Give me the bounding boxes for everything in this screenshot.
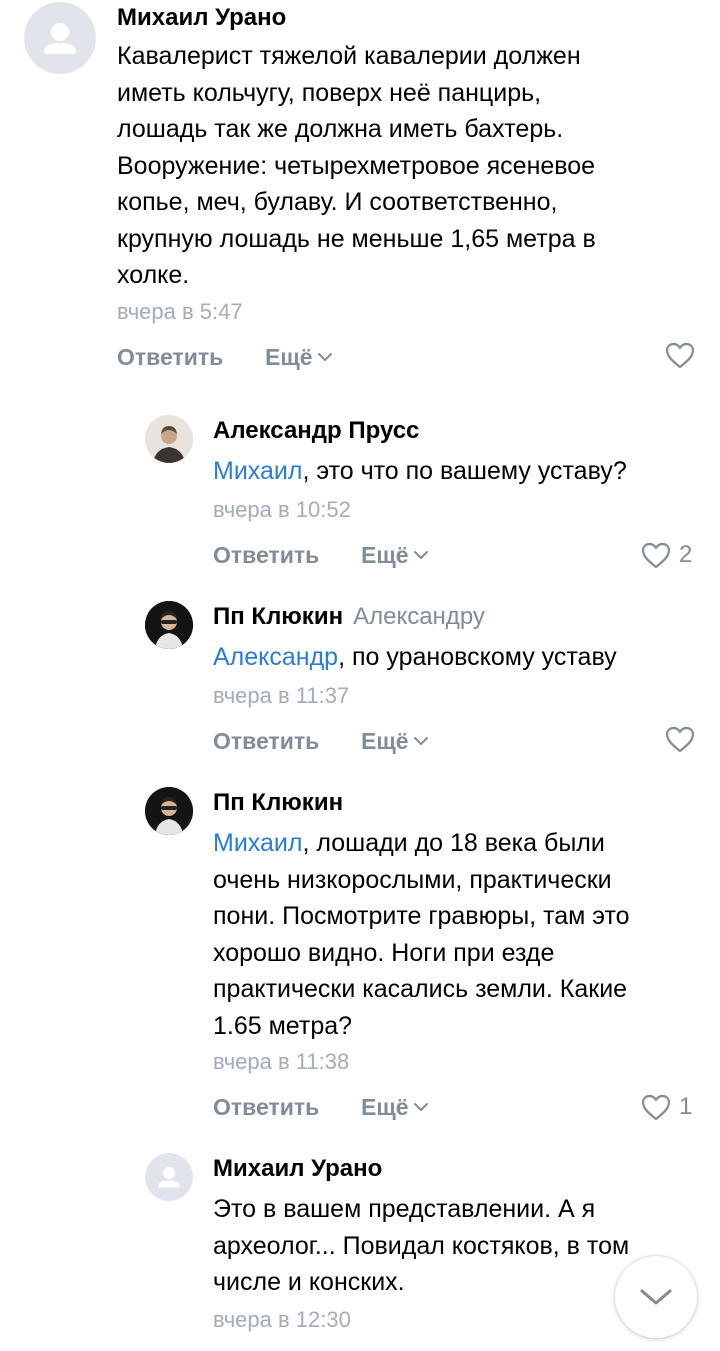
comment-timestamp: вчера в 11:38 xyxy=(213,1049,350,1074)
more-button[interactable]: Ещё xyxy=(361,726,429,756)
comment-author[interactable]: Пп Клюкин Александру xyxy=(213,602,485,632)
more-button[interactable]: Ещё xyxy=(265,342,333,372)
heart-outline-icon xyxy=(641,542,671,568)
mention-link[interactable]: Михаил xyxy=(213,457,302,485)
comment-author[interactable]: Александр Прусс xyxy=(213,416,419,446)
chevron-down-icon xyxy=(413,737,428,745)
avatar-photo xyxy=(145,601,193,649)
comment-2: Александр Прусс Михаил, это что по вашем… xyxy=(0,395,720,585)
comment-text-line: копье, меч, булаву. И соответственно, xyxy=(117,188,558,216)
comment-author-name[interactable]: Пп Клюкин xyxy=(213,603,343,630)
comment-text-line: Михаил, лошади до 18 века были xyxy=(213,825,630,862)
comment-3: Пп Клюкин Александру Александр, по уранов… xyxy=(0,585,720,775)
avatar[interactable] xyxy=(145,415,193,463)
comment-timestamp: вчера в 11:37 xyxy=(213,683,350,708)
more-label: Ещё xyxy=(265,344,313,370)
comment-text-line: , это что по вашему уставу? xyxy=(302,457,627,485)
comment-timestamp: вчера в 10:52 xyxy=(213,497,351,522)
like-count: 1 xyxy=(679,1093,693,1120)
comment-text-line: крупную лошадь не меньше 1,65 метра в xyxy=(117,224,596,253)
comment-text: Михаил, это что по вашему уставу? xyxy=(213,453,627,490)
heart-outline-icon xyxy=(665,342,695,369)
more-button[interactable]: Ещё xyxy=(361,1092,429,1122)
reply-to-label[interactable]: Александру xyxy=(353,603,485,630)
more-label: Ещё xyxy=(361,728,409,754)
more-button[interactable]: Ещё xyxy=(361,540,429,570)
more-label: Ещё xyxy=(361,542,409,568)
like-button[interactable]: 2 xyxy=(641,540,692,570)
user-silhouette-icon xyxy=(158,1167,180,1188)
user-silhouette-icon xyxy=(44,23,76,54)
more-label: Ещё xyxy=(361,1094,409,1120)
comment-text: Это в вашем представлении. А я археолог.… xyxy=(213,1191,629,1301)
comment-5: Михаил Урано Это в вашем представлении. … xyxy=(0,1145,720,1351)
comment-text-line: , по урановскому уставу xyxy=(338,643,617,671)
comment-text-line: пони. Посмотрите гравюры, там это xyxy=(213,902,630,930)
mention-link[interactable]: Александр xyxy=(213,643,338,671)
comment-text-line: холке. xyxy=(117,261,190,289)
reply-button[interactable]: Ответить xyxy=(117,342,223,372)
like-button[interactable] xyxy=(665,342,695,369)
comment-text-line: Кавалерист тяжелой кавалерии должен xyxy=(117,42,581,70)
avatar[interactable] xyxy=(145,787,193,835)
avatar-photo xyxy=(145,415,193,463)
reply-button[interactable]: Ответить xyxy=(213,1092,319,1122)
chevron-down-icon xyxy=(317,353,332,361)
reply-button[interactable]: Ответить xyxy=(213,540,319,570)
comment-text: Михаил, лошади до 18 века были очень низ… xyxy=(213,825,630,1044)
comment-text-line: Вооружение: четырехметровое ясеневое xyxy=(117,151,596,180)
comment-text-line: Это в вашем представлении. А я xyxy=(213,1195,596,1223)
comment-author[interactable]: Пп Клюкин xyxy=(213,788,343,818)
chevron-down-icon xyxy=(413,551,428,559)
like-button[interactable] xyxy=(665,726,695,753)
chevron-down-icon xyxy=(640,1289,672,1305)
comment-text-line: очень низкорослыми, практически xyxy=(213,865,612,894)
heart-outline-icon xyxy=(665,726,695,753)
comment-text: Кавалерист тяжелой кавалерии должен имет… xyxy=(117,38,596,294)
avatar-photo xyxy=(145,787,193,835)
comment-text-line: хорошо видно. Ноги при езде xyxy=(213,938,555,967)
comment-text-line: лошадь так же должна иметь бахтерь. xyxy=(117,115,564,143)
comment-4: Пп Клюкин Михаил, лошади до 18 века были… xyxy=(0,775,720,1145)
comment-text-line: практически касались земли. Какие xyxy=(213,975,628,1003)
comment-timestamp: вчера в 5:47 xyxy=(117,299,243,324)
comment-1: Михаил Урано Кавалерист тяжелой кавалери… xyxy=(0,0,720,390)
reply-button[interactable]: Ответить xyxy=(213,726,319,756)
comment-text-line: археолог... Повидал костяков, в том xyxy=(213,1231,630,1260)
comment-text-line: числе и конских. xyxy=(213,1268,405,1296)
avatar[interactable] xyxy=(145,1153,193,1201)
mention-link[interactable]: Михаил xyxy=(213,829,302,857)
chevron-down-icon xyxy=(413,1103,428,1111)
comment-text: Александр, по урановскому уставу xyxy=(213,639,617,676)
like-button[interactable]: 1 xyxy=(641,1092,692,1122)
avatar[interactable] xyxy=(24,2,96,74)
comment-author[interactable]: Михаил Урано xyxy=(117,3,286,33)
avatar[interactable] xyxy=(145,601,193,649)
scroll-down-button[interactable] xyxy=(615,1256,697,1338)
comment-text-line: иметь кольчугу, поверх неё панцирь, xyxy=(117,78,542,107)
like-count: 2 xyxy=(679,541,693,568)
comment-text-line: 1.65 метра? xyxy=(213,1011,353,1040)
heart-outline-icon xyxy=(641,1094,671,1120)
comment-text-fragment: , лошади до 18 века были xyxy=(302,829,605,857)
comment-author[interactable]: Михаил Урано xyxy=(213,1154,382,1184)
comment-timestamp: вчера в 12:30 xyxy=(213,1307,351,1332)
